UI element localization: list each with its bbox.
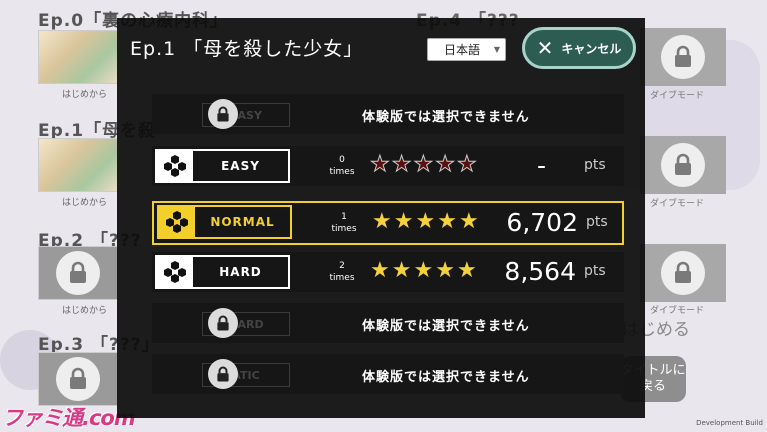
play-count-unit: times xyxy=(329,273,355,283)
difficulty-badge: HARD xyxy=(155,255,290,289)
star-icon: ★ xyxy=(391,258,412,283)
play-count-unit: times xyxy=(331,224,357,234)
high-score: - xyxy=(536,151,546,180)
star-icon: ★ xyxy=(456,258,477,283)
star-icon: ★ xyxy=(437,209,457,234)
episode-caption: はじめから xyxy=(62,198,108,208)
score-unit: pts xyxy=(584,157,606,173)
lock-icon xyxy=(208,308,238,338)
hexagon-cluster-icon xyxy=(157,151,193,181)
lock-icon xyxy=(661,35,705,79)
episode-thumbnail-locked[interactable] xyxy=(38,246,118,300)
high-score: 8,564 xyxy=(504,257,576,286)
lock-icon xyxy=(56,357,100,401)
difficulty-badge: EASY xyxy=(155,149,290,183)
play-count-unit: times xyxy=(329,167,355,177)
play-count: 0 times xyxy=(322,154,362,178)
dive-mode-panel[interactable] xyxy=(640,136,726,194)
score-unit: pts xyxy=(586,214,608,230)
episode-caption: はじめから xyxy=(62,90,108,100)
hexagon-cluster-icon xyxy=(157,257,193,287)
star-icon: ★ xyxy=(435,152,456,177)
star-icon: ★ xyxy=(372,209,392,234)
language-select-value: 日本語 xyxy=(444,43,481,57)
star-rating: ★ ★ ★ ★ ★ xyxy=(372,211,479,233)
lock-icon xyxy=(661,143,705,187)
chevron-down-icon: ▼ xyxy=(493,45,500,54)
difficulty-row-locked: ATIC 体験版では選択できません xyxy=(152,354,624,394)
high-score: 6,702 xyxy=(506,208,578,237)
star-icon: ★ xyxy=(435,258,455,283)
modal-title: Ep.1 「母を殺した少女」 xyxy=(130,38,364,60)
close-icon: ✕ xyxy=(536,36,554,60)
lock-icon xyxy=(661,251,705,295)
episode-thumbnail[interactable] xyxy=(38,138,118,192)
language-select[interactable]: 日本語 ▼ xyxy=(427,38,506,61)
difficulty-name: HARD xyxy=(219,265,262,279)
dive-mode-panel[interactable] xyxy=(640,244,726,302)
star-icon: ★ xyxy=(391,152,412,177)
lock-icon xyxy=(208,359,238,389)
dive-mode-panel[interactable] xyxy=(640,28,726,86)
difficulty-name: EASY xyxy=(221,159,260,173)
dive-mode-caption: ダイブモード xyxy=(650,199,705,209)
star-icon: ★ xyxy=(458,209,479,234)
locked-message: 体験版では選択できません xyxy=(362,110,530,125)
play-count-value: 0 xyxy=(339,155,345,165)
star-icon: ★ xyxy=(370,258,390,283)
difficulty-row-hard[interactable]: HARD 2 times ★ ★ ★ ★ ★ 8,564 pts xyxy=(152,252,624,292)
play-count: 2 times xyxy=(322,260,362,284)
star-icon: ★ xyxy=(415,209,436,234)
dive-mode-caption: ダイブモード xyxy=(650,91,705,101)
episode-thumbnail-locked[interactable] xyxy=(38,352,118,406)
difficulty-badge: NORMAL xyxy=(157,205,292,239)
star-icon: ★ xyxy=(413,258,434,283)
cancel-button-label: キャンセル xyxy=(561,41,622,56)
difficulty-name: NORMAL xyxy=(210,215,275,229)
episode-caption: はじめから xyxy=(62,306,108,316)
episode-thumbnail[interactable] xyxy=(38,30,118,84)
locked-message: 体験版では選択できません xyxy=(362,319,530,334)
play-count: 1 times xyxy=(324,211,364,235)
difficulty-row-locked: HARD 体験版では選択できません xyxy=(152,303,624,343)
lock-icon xyxy=(208,99,238,129)
lock-icon xyxy=(56,251,100,295)
star-icon: ★ xyxy=(413,152,434,177)
star-icon: ★ xyxy=(370,152,391,177)
play-count-value: 2 xyxy=(339,261,345,271)
play-count-value: 1 xyxy=(341,212,347,222)
watermark-logo: ファミ通.com xyxy=(2,406,136,430)
dev-build-label: Development Build xyxy=(696,419,763,427)
difficulty-row-easy[interactable]: EASY 0 times ★ ★ ★ ★ ★ - pts xyxy=(152,146,624,186)
locked-message: 体験版では選択できません xyxy=(362,370,530,385)
score-unit: pts xyxy=(584,263,606,279)
difficulty-row-normal[interactable]: NORMAL 1 times ★ ★ ★ ★ ★ 6,702 pts xyxy=(152,201,624,245)
star-rating: ★ ★ ★ ★ ★ xyxy=(370,152,478,177)
star-icon: ★ xyxy=(393,209,414,234)
star-rating: ★ ★ ★ ★ ★ xyxy=(370,260,477,282)
hexagon-cluster-icon xyxy=(159,207,195,237)
cancel-button[interactable]: ✕ キャンセル xyxy=(522,27,636,69)
difficulty-row-locked: EASY 体験版では選択できません xyxy=(152,94,624,134)
